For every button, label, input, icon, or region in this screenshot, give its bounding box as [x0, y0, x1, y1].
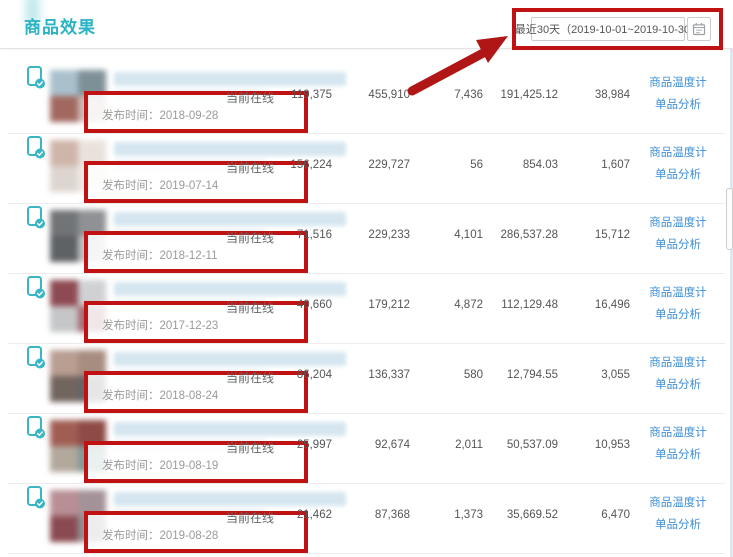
- metric-amount: 35,669.52: [478, 509, 558, 521]
- device-verified-icon: [26, 66, 46, 90]
- device-verified-icon: [26, 486, 46, 510]
- metric-amount: 112,129.48: [478, 299, 558, 311]
- metric-visitors: 15,712: [566, 229, 630, 241]
- row-actions: 商品温度计 单品分析: [644, 484, 712, 554]
- metric-online-count: 86,204: [262, 369, 332, 381]
- row-actions: 商品温度计 单品分析: [644, 204, 712, 274]
- metric-online-count: 25,997: [262, 439, 332, 451]
- metric-visitors: 38,984: [566, 89, 630, 101]
- publish-date-label: 发布时间：2017-12-23: [102, 317, 218, 333]
- blurred-product-title: [114, 352, 346, 366]
- metric-online-count: 71,516: [262, 229, 332, 241]
- metric-orders: 4,872: [418, 299, 483, 311]
- item-analysis-link[interactable]: 单品分析: [644, 236, 712, 252]
- product-row: 发布时间：2019-08-28 当前在线 21,462 87,368 1,373…: [0, 484, 733, 554]
- publish-date-label: 发布时间：2019-07-14: [102, 177, 218, 193]
- metric-orders: 580: [418, 369, 483, 381]
- device-verified-icon: [26, 136, 46, 160]
- product-thermometer-link[interactable]: 商品温度计: [644, 144, 712, 160]
- item-analysis-link[interactable]: 单品分析: [644, 96, 712, 112]
- publish-date-label: 发布时间：2019-08-28: [102, 527, 218, 543]
- blurred-product-title: [114, 142, 346, 156]
- metric-orders: 4,101: [418, 229, 483, 241]
- metric-visitors: 3,055: [566, 369, 630, 381]
- metric-orders: 56: [418, 159, 483, 171]
- product-row: 发布时间：2018-12-11 当前在线 71,516 229,233 4,10…: [0, 204, 733, 274]
- metric-online-count: 21,462: [262, 509, 332, 521]
- metric-visitors: 10,953: [566, 439, 630, 451]
- metric-exposure: 455,910: [340, 89, 410, 101]
- product-thermometer-link[interactable]: 商品温度计: [644, 284, 712, 300]
- metric-orders: 2,011: [418, 439, 483, 451]
- metric-amount: 286,537.28: [478, 229, 558, 241]
- row-actions: 商品温度计 单品分析: [644, 414, 712, 484]
- product-row: 发布时间：2019-07-14 当前在线 156,224 229,727 56 …: [0, 134, 733, 204]
- device-verified-icon: [26, 346, 46, 370]
- product-row: 发布时间：2018-08-24 当前在线 86,204 136,337 580 …: [0, 344, 733, 414]
- metric-amount: 854.03: [478, 159, 558, 171]
- metric-exposure: 92,674: [340, 439, 410, 451]
- metric-amount: 12,794.55: [478, 369, 558, 381]
- metric-online-count: 40,660: [262, 299, 332, 311]
- device-verified-icon: [26, 416, 46, 440]
- metric-online-count: 119,375: [262, 89, 332, 101]
- metric-exposure: 87,368: [340, 509, 410, 521]
- row-actions: 商品温度计 单品分析: [644, 134, 712, 204]
- metric-exposure: 229,727: [340, 159, 410, 171]
- page-header: 商品效果 最近30天（2019-10-01~2019-10-30）: [0, 0, 733, 49]
- publish-date-label: 发布时间：2018-12-11: [102, 247, 217, 263]
- product-table: 发布时间：2018-09-28 当前在线 119,375 455,910 7,4…: [0, 49, 733, 554]
- metric-visitors: 6,470: [566, 509, 630, 521]
- metric-visitors: 1,607: [566, 159, 630, 171]
- product-thermometer-link[interactable]: 商品温度计: [644, 354, 712, 370]
- blurred-product-title: [114, 72, 346, 86]
- item-analysis-link[interactable]: 单品分析: [644, 166, 712, 182]
- product-thermometer-link[interactable]: 商品温度计: [644, 494, 712, 510]
- item-analysis-link[interactable]: 单品分析: [644, 306, 712, 322]
- row-actions: 商品温度计 单品分析: [644, 344, 712, 414]
- product-thermometer-link[interactable]: 商品温度计: [644, 424, 712, 440]
- blurred-product-title: [114, 422, 346, 436]
- product-row: 发布时间：2019-08-19 当前在线 25,997 92,674 2,011…: [0, 414, 733, 484]
- product-thermometer-link[interactable]: 商品温度计: [644, 214, 712, 230]
- item-analysis-link[interactable]: 单品分析: [644, 516, 712, 532]
- metric-exposure: 136,337: [340, 369, 410, 381]
- item-analysis-link[interactable]: 单品分析: [644, 376, 712, 392]
- device-verified-icon: [26, 206, 46, 230]
- publish-date-label: 发布时间：2018-08-24: [102, 387, 218, 403]
- product-thermometer-link[interactable]: 商品温度计: [644, 74, 712, 90]
- device-verified-icon: [26, 276, 46, 300]
- metric-visitors: 16,496: [566, 299, 630, 311]
- metric-amount: 191,425.12: [478, 89, 558, 101]
- metric-exposure: 229,233: [340, 229, 410, 241]
- row-actions: 商品温度计 单品分析: [644, 64, 712, 134]
- publish-date-label: 发布时间：2018-09-28: [102, 107, 218, 123]
- annotation-highlight-box: [512, 8, 723, 50]
- metric-exposure: 179,212: [340, 299, 410, 311]
- item-analysis-link[interactable]: 单品分析: [644, 446, 712, 462]
- blurred-product-title: [114, 212, 346, 226]
- metric-online-count: 156,224: [262, 159, 332, 171]
- product-row: 发布时间：2018-09-28 当前在线 119,375 455,910 7,4…: [0, 49, 733, 134]
- blurred-product-title: [114, 492, 346, 506]
- blurred-product-title: [114, 282, 346, 296]
- product-row: 发布时间：2017-12-23 当前在线 40,660 179,212 4,87…: [0, 274, 733, 344]
- publish-date-label: 发布时间：2019-08-19: [102, 457, 218, 473]
- metric-orders: 1,373: [418, 509, 483, 521]
- page-title: 商品效果: [24, 13, 96, 38]
- metric-amount: 50,537.09: [478, 439, 558, 451]
- scrollbar-thumb[interactable]: [726, 188, 733, 250]
- row-actions: 商品温度计 单品分析: [644, 274, 712, 344]
- metric-orders: 7,436: [418, 89, 483, 101]
